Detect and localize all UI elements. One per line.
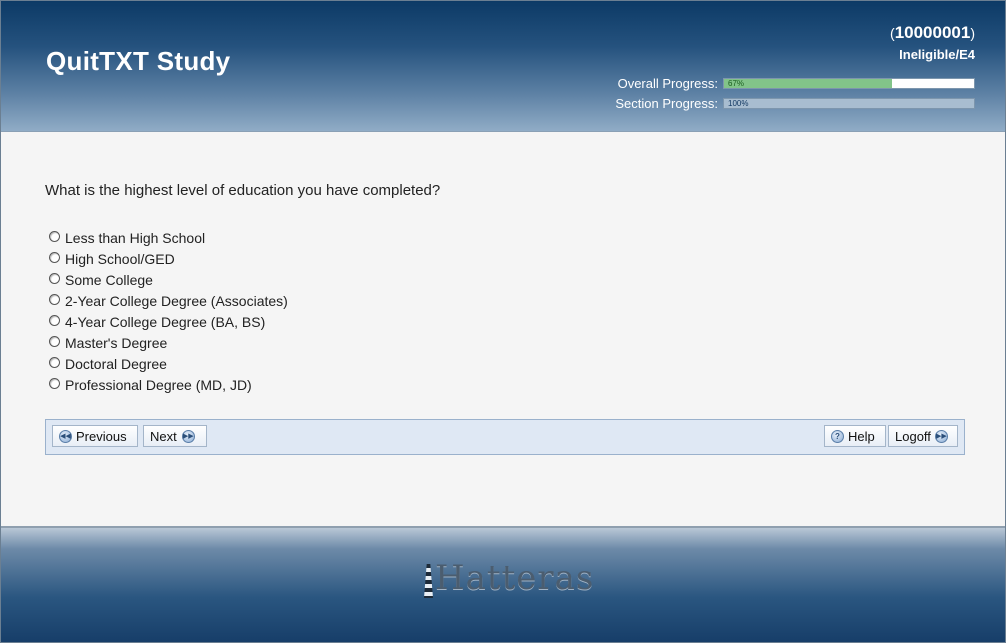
logo-text: Hatteras [435,558,595,598]
answer-option-label[interactable]: 2-Year College Degree (Associates) [65,293,288,309]
app-window: QuitTXT Study (10000001) Ineligible/E4 O… [0,0,1006,643]
answer-option[interactable]: 4-Year College Degree (BA, BS) [49,311,288,332]
radio-button[interactable] [49,293,60,305]
radio-button[interactable] [49,230,60,242]
answer-option[interactable]: Some College [49,269,288,290]
radio-button[interactable] [49,377,60,389]
radio-button[interactable] [49,335,60,347]
answer-option[interactable]: High School/GED [49,248,288,269]
answer-option[interactable]: 2-Year College Degree (Associates) [49,290,288,311]
footer: Hatteras [1,526,1005,642]
section-progress-text: 100% [728,98,749,108]
overall-progress-fill [724,78,892,88]
overall-progress-text: 67% [728,78,745,88]
answer-option-label[interactable]: 4-Year College Degree (BA, BS) [65,314,265,330]
answer-option-label[interactable]: Doctoral Degree [65,356,167,372]
overall-progress: Overall Progress: 67% [617,75,975,91]
question-text: What is the highest level of education y… [45,182,441,199]
answer-options: Less than High School High School/GED So… [49,227,288,395]
answer-option[interactable]: Less than High School [49,227,288,248]
radio-button[interactable] [49,356,60,368]
answer-option-label[interactable]: Master's Degree [65,335,167,351]
help-button[interactable]: ? Help [824,425,886,447]
participant-info: (10000001) Ineligible/E4 [890,23,975,62]
rewind-icon: ◀◀ [59,429,72,443]
radio-button[interactable] [49,272,60,284]
logoff-button[interactable]: Logoff ▶▶ [888,425,958,447]
answer-option-label[interactable]: High School/GED [65,251,175,267]
fast-forward-icon: ▶▶ [934,429,948,443]
answer-option[interactable]: Master's Degree [49,332,288,353]
radio-button[interactable] [49,314,60,326]
next-button[interactable]: Next ▶▶ [143,425,207,447]
fast-forward-icon: ▶▶ [181,429,195,443]
section-progress-fill [724,98,974,108]
header: QuitTXT Study (10000001) Ineligible/E4 O… [1,1,1005,132]
radio-button[interactable] [49,251,60,263]
answer-option[interactable]: Doctoral Degree [49,353,288,374]
participant-id-line: (10000001) [890,23,975,42]
overall-progress-bar: 67% [723,77,975,89]
overall-progress-label: Overall Progress: [617,75,718,91]
previous-label: Previous [76,428,127,444]
section-progress: Section Progress: 100% [615,95,975,111]
navigation-bar: ◀◀ Previous Next ▶▶ ? Help Logoff ▶▶ [45,419,965,455]
answer-option-label[interactable]: Professional Degree (MD, JD) [65,377,252,393]
section-progress-bar: 100% [723,97,975,109]
lighthouse-icon [424,564,433,598]
study-title: QuitTXT Study [46,46,231,76]
next-label: Next [150,428,177,444]
section-progress-label: Section Progress: [615,95,718,111]
previous-button[interactable]: ◀◀ Previous [52,425,138,447]
participant-status: Ineligible/E4 [899,47,975,62]
hatteras-logo: Hatteras [424,558,594,598]
answer-option-label[interactable]: Some College [65,272,153,288]
logoff-label: Logoff [895,428,931,444]
answer-option[interactable]: Professional Degree (MD, JD) [49,374,288,395]
participant-id: 10000001 [894,23,971,42]
help-label: Help [848,428,875,444]
answer-option-label[interactable]: Less than High School [65,230,205,246]
help-icon: ? [831,429,844,443]
